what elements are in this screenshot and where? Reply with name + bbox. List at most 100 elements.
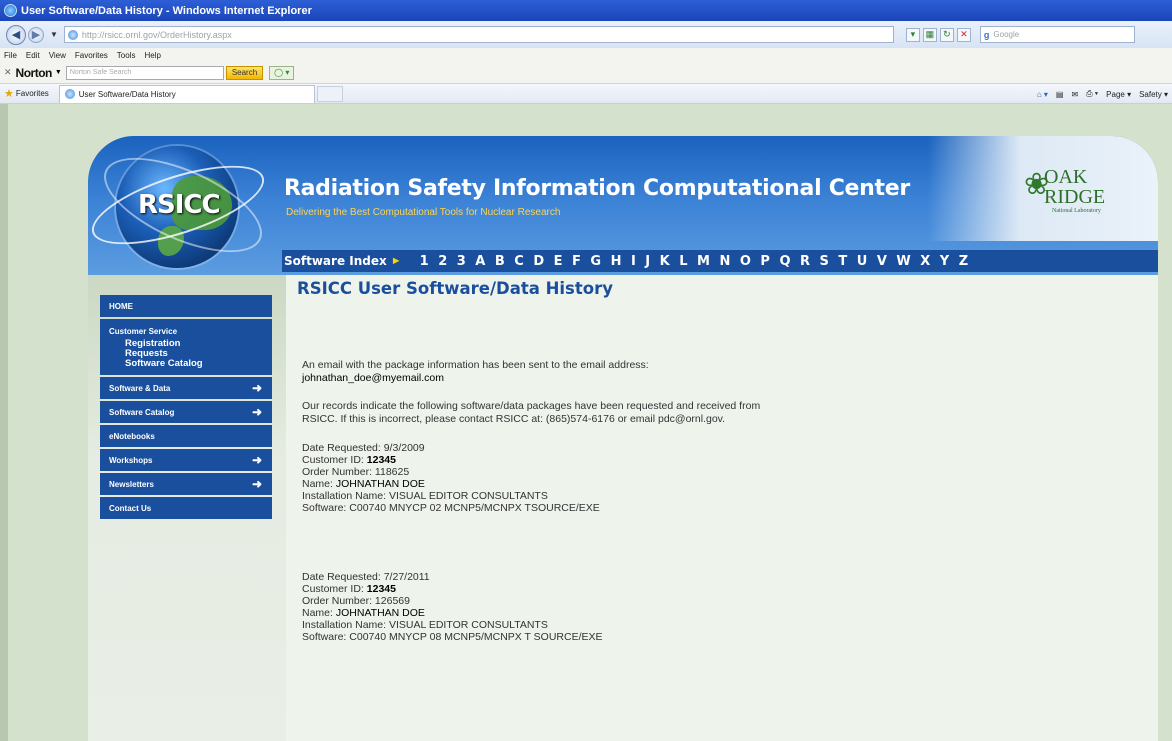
order-record: Date Requested: 9/3/2009 Customer ID: 12… [302, 442, 1002, 514]
nav-home[interactable]: HOME [100, 295, 272, 317]
nav-enotebooks[interactable]: eNotebooks [100, 425, 272, 447]
menu-file[interactable]: File [4, 51, 17, 60]
nav-software-data-label: Software & Data [109, 383, 171, 393]
index-letter-link[interactable]: C [514, 254, 524, 269]
index-letter-link[interactable]: B [495, 254, 505, 269]
index-letter-link[interactable]: 2 [438, 254, 447, 269]
page-viewport: RSICC Radiation Safety Information Compu… [0, 104, 1172, 741]
address-dropdown-icon[interactable]: ▾ [905, 27, 920, 42]
nav-link-software-catalog[interactable]: Software Catalog [109, 359, 263, 369]
index-letter-link[interactable]: F [572, 254, 581, 269]
ornl-logo-lab: National Laboratory [1052, 208, 1101, 214]
index-letter-link[interactable]: M [697, 254, 710, 269]
menu-favorites[interactable]: Favorites [75, 51, 108, 60]
tab-user-software-history[interactable]: User Software/Data History [58, 84, 315, 103]
index-letter-link[interactable]: 1 [420, 254, 429, 269]
index-letter-link[interactable]: Y [940, 254, 949, 269]
index-letter-link[interactable]: S [820, 254, 829, 269]
home-icon[interactable]: ⌂ ▾ [1037, 90, 1048, 99]
site-banner: RSICC Radiation Safety Information Compu… [88, 136, 1158, 275]
new-tab-button[interactable] [316, 85, 343, 102]
print-icon[interactable]: ⎙ ▾ [1086, 89, 1098, 99]
software-index-label[interactable]: Software Index [284, 254, 387, 268]
index-letter-link[interactable]: D [533, 254, 544, 269]
index-letters: 123ABCDEFGHIJKLMNOPQRSTUVWXYZ [420, 254, 978, 269]
index-letter-link[interactable]: E [554, 254, 563, 269]
index-letter-link[interactable]: N [719, 254, 730, 269]
name-row: Name: JOHNATHAN DOE [302, 607, 1002, 619]
chevron-down-icon[interactable]: ▼ [55, 69, 62, 76]
nav-software-data[interactable]: Software & Data ➜ [100, 377, 272, 399]
stop-button[interactable]: ✕ [956, 27, 971, 42]
browser-search-input[interactable]: g Google [979, 26, 1135, 43]
index-letter-link[interactable]: W [896, 254, 910, 269]
norton-search-input[interactable]: Norton Safe Search [65, 65, 224, 80]
arrow-right-icon: ► [390, 255, 402, 267]
index-letter-link[interactable]: Z [959, 254, 968, 269]
feeds-icon[interactable]: ▤ [1056, 90, 1064, 99]
safety-menu[interactable]: Safety ▾ [1139, 90, 1168, 99]
name-label: Name: [302, 478, 333, 490]
index-letter-link[interactable]: U [857, 254, 868, 269]
index-letter-link[interactable]: H [611, 254, 622, 269]
menu-bar: File Edit View Favorites Tools Help [0, 48, 1172, 62]
nav-contact-us[interactable]: Contact Us [100, 497, 272, 519]
index-letter-link[interactable]: O [740, 254, 751, 269]
rsicc-site: RSICC Radiation Safety Information Compu… [88, 136, 1158, 741]
nav-workshops[interactable]: Workshops ➜ [100, 449, 272, 471]
index-letter-link[interactable]: P [760, 254, 770, 269]
norton-search-button[interactable]: Search [225, 65, 264, 80]
index-letter-link[interactable]: X [920, 254, 930, 269]
nav-newsletters[interactable]: Newsletters ➜ [100, 473, 272, 495]
arrow-right-icon: ➜ [251, 477, 262, 491]
browser-window: User Software/Data History - Windows Int… [0, 0, 1172, 741]
norton-search-placeholder: Norton Safe Search [69, 69, 132, 76]
address-toolbar: ◀ ▶ ▼ http://rsicc.ornl.gov/OrderHistory… [0, 21, 1172, 48]
ornl-logo[interactable]: ❀ OAK RIDGE National Laboratory [1024, 166, 1136, 216]
menu-help[interactable]: Help [144, 51, 160, 60]
email-address: johnathan_doe@myemail.com [302, 372, 444, 384]
index-letter-link[interactable]: A [475, 254, 485, 269]
norton-logo[interactable]: Norton [16, 66, 53, 80]
index-letter-link[interactable]: 3 [457, 254, 466, 269]
menu-edit[interactable]: Edit [26, 51, 40, 60]
favorites-star-icon[interactable]: ★ [4, 87, 14, 100]
order-number: Order Number: 118625 [302, 466, 410, 478]
index-letter-link[interactable]: T [838, 254, 847, 269]
menu-tools[interactable]: Tools [117, 51, 136, 60]
window-title: User Software/Data History - Windows Int… [21, 4, 312, 17]
index-letter-link[interactable]: L [679, 254, 687, 269]
address-text: http://rsicc.ornl.gov/OrderHistory.aspx [81, 29, 232, 40]
index-letter-link[interactable]: K [660, 254, 670, 269]
index-letter-link[interactable]: R [800, 254, 810, 269]
command-bar: ⌂ ▾ ▤ ✉ ⎙ ▾ Page ▾ Safety ▾ [1029, 84, 1168, 104]
address-bar[interactable]: http://rsicc.ornl.gov/OrderHistory.aspx [63, 26, 894, 43]
index-letter-link[interactable]: V [877, 254, 887, 269]
favorites-button[interactable]: Favorites [16, 89, 49, 98]
refresh-button[interactable]: ↻ [939, 27, 954, 42]
name-value: JOHNATHAN DOE [335, 478, 425, 490]
index-letter-link[interactable]: G [590, 254, 601, 269]
site-tagline: Delivering the Best Computational Tools … [286, 207, 561, 218]
nav-software-catalog[interactable]: Software Catalog ➜ [100, 401, 272, 423]
forward-button[interactable]: ▶ [28, 26, 44, 43]
page-menu[interactable]: Page ▾ [1106, 90, 1131, 99]
ornl-logo-ridge: RIDGE [1044, 186, 1106, 208]
nav-customer-service-label[interactable]: Customer Service [109, 327, 263, 336]
index-letter-link[interactable]: J [645, 254, 650, 269]
customer-id-value: 12345 [366, 583, 396, 595]
mail-icon[interactable]: ✉ [1071, 90, 1078, 99]
customer-id-value: 12345 [366, 454, 396, 466]
back-button[interactable]: ◀ [6, 24, 26, 45]
norton-toolbar: ✕ Norton ▼ Norton Safe Search Search ◯ ▾ [0, 62, 1172, 84]
menu-view[interactable]: View [49, 51, 66, 60]
index-letter-link[interactable]: Q [779, 254, 790, 269]
close-icon[interactable]: ✕ [4, 67, 12, 78]
norton-safeweb-button[interactable]: ◯ ▾ [269, 65, 295, 80]
index-letter-link[interactable]: I [631, 254, 636, 269]
compatibility-icon[interactable]: ▦ [922, 27, 937, 42]
tab-globe-icon [64, 89, 75, 99]
main-content: RSICC User Software/Data History An emai… [286, 275, 1158, 741]
address-buttons: ▾ ▦ ↻ ✕ [905, 27, 974, 42]
history-dropdown-icon[interactable]: ▼ [50, 30, 58, 39]
